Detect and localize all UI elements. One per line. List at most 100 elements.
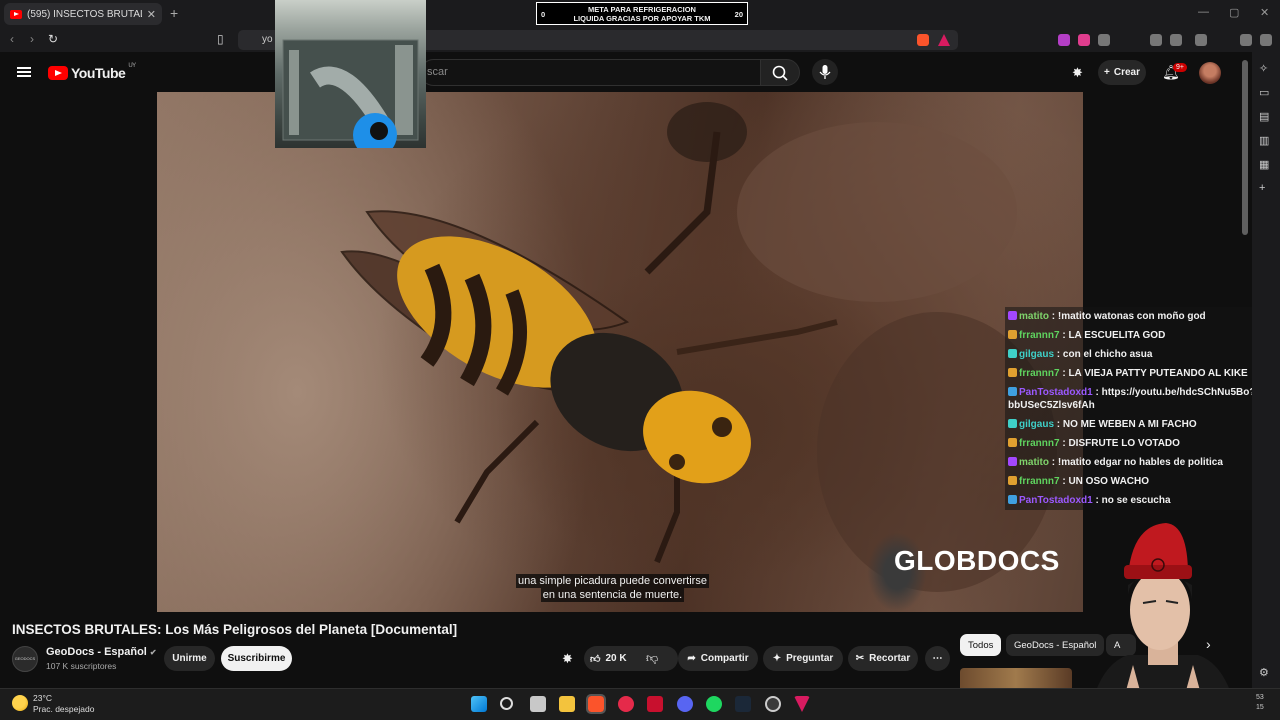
brave-shield-icon[interactable]: [917, 34, 929, 46]
verified-icon: ✔: [149, 648, 157, 657]
video-caption: una simple picadura puede convertirse en…: [516, 574, 709, 602]
account-avatar[interactable]: [1199, 62, 1221, 84]
chat-username: PanTostadoxd1: [1019, 387, 1093, 398]
join-button[interactable]: Unirme: [164, 646, 215, 671]
goal-line-1: META PARA REFRIGERACION: [588, 5, 696, 14]
chat-badge-icon: [1008, 349, 1017, 358]
brave-browser-icon[interactable]: [586, 694, 606, 714]
sidebar-bookmarks-icon[interactable]: ▥: [1259, 134, 1269, 147]
region-code: UY: [128, 63, 136, 69]
channel-avatar[interactable]: GEODOCS: [12, 646, 38, 672]
goal-target-value: 20: [734, 10, 743, 19]
system-clock[interactable]: 53 15: [1256, 693, 1264, 713]
maximize-button[interactable]: ▢: [1229, 6, 1239, 19]
chip-all[interactable]: Todos: [960, 634, 1002, 656]
search-taskbar-icon[interactable]: [500, 697, 513, 710]
more-actions-button[interactable]: ⋯: [925, 646, 950, 671]
stream-chat-overlay: matito : !matito watonas con moño god frr…: [1005, 307, 1280, 510]
sidebar-add-icon[interactable]: +: [1259, 182, 1265, 194]
extension-icon[interactable]: [1078, 34, 1090, 46]
share-button[interactable]: ➦ Compartir: [678, 646, 758, 671]
sidebar-reading-list-icon[interactable]: ▦: [1259, 158, 1269, 171]
weather-icon[interactable]: [12, 695, 28, 711]
sidebar-toggle-icon[interactable]: [1170, 34, 1182, 46]
youtube-logo[interactable]: YouTube UY: [48, 63, 136, 81]
weather-widget[interactable]: 23°C Prac. despejado: [33, 693, 94, 715]
forward-icon[interactable]: ›: [30, 32, 34, 46]
tab-close-icon[interactable]: ✕: [147, 8, 156, 21]
thumbs-up-icon: 👍︎: [590, 653, 601, 665]
chat-username: matito: [1019, 457, 1049, 468]
new-tab-button[interactable]: +: [170, 5, 178, 21]
voice-search-button[interactable]: [812, 59, 838, 85]
page-scrollbar[interactable]: [1242, 60, 1248, 235]
app-icon[interactable]: [647, 696, 663, 712]
chat-username: gilgaus: [1019, 349, 1055, 360]
back-icon[interactable]: ‹: [10, 32, 14, 46]
channel-name[interactable]: GeoDocs - Español ✔: [46, 646, 157, 658]
goal-line-2: LIQUIDA GRACIAS POR APOYAR TKM: [573, 14, 711, 23]
clip-button[interactable]: ✂ Recortar: [848, 646, 918, 671]
caption-line-2: en una sentencia de muerte.: [540, 588, 685, 602]
task-view-icon[interactable]: [530, 696, 546, 712]
like-button[interactable]: 👍︎ 20 K: [584, 646, 678, 671]
chat-message: gilgaus : con el chicho asua: [1005, 345, 1280, 364]
cast-icon[interactable]: ✸: [1072, 65, 1083, 81]
chat-badge-icon: [1008, 387, 1017, 396]
music-icon[interactable]: [1150, 34, 1162, 46]
notifications-badge: 9+: [1173, 63, 1187, 72]
bookmark-icon[interactable]: ▯: [217, 32, 224, 46]
subscribe-button[interactable]: Suscribirme: [221, 646, 292, 671]
hamburger-menu-icon[interactable]: [17, 67, 31, 77]
chat-username: PanTostadoxd1: [1019, 495, 1093, 506]
goal-start-value: 0: [541, 10, 546, 19]
recommended-thumbnail[interactable]: [960, 668, 1072, 688]
chat-badge-icon: [1008, 311, 1017, 320]
search-input[interactable]: scar: [420, 59, 760, 86]
video-player[interactable]: [157, 92, 1083, 612]
sparkle-icon[interactable]: ✸: [562, 651, 573, 667]
ask-button[interactable]: ✦ Preguntar: [763, 646, 843, 671]
sidebar-reading-icon[interactable]: ▭: [1259, 86, 1269, 99]
chat-text: : LA ESCUELITA GOD: [1062, 330, 1166, 341]
sparkle-icon: ✦: [772, 653, 782, 664]
channel-watermark: GLOBDOCS: [894, 545, 1060, 576]
scissors-icon: ✂: [855, 653, 865, 664]
chat-text: : DISFRUTE LO VOTADO: [1062, 438, 1180, 449]
create-button[interactable]: + Crear: [1098, 60, 1146, 85]
puzzle-icon[interactable]: [1098, 34, 1110, 46]
vpn-icon[interactable]: [1240, 34, 1252, 46]
clip-label: Recortar: [869, 653, 911, 664]
chat-message: frrannn7 : UN OSO WACHO: [1005, 472, 1280, 491]
file-explorer-icon[interactable]: [559, 696, 575, 712]
tab-title: (595) INSECTOS BRUTALES: Lo: [27, 8, 142, 20]
chat-username: frrannn7: [1019, 438, 1060, 449]
spotify-icon[interactable]: [706, 696, 722, 712]
channel-name-text: GeoDocs - Español: [46, 646, 147, 658]
weather-condition: Prac. despejado: [33, 704, 95, 714]
thumbs-down-icon[interactable]: 👎︎: [646, 651, 658, 666]
sidebar-wallet-icon[interactable]: ▤: [1259, 110, 1269, 123]
minimize-button[interactable]: —: [1198, 6, 1209, 18]
share-label: Compartir: [700, 653, 749, 664]
extension-icon[interactable]: [1058, 34, 1070, 46]
hornet-image: [340, 102, 1057, 592]
start-icon[interactable]: [471, 696, 487, 712]
wallet-icon[interactable]: [1195, 34, 1207, 46]
chat-badge-icon: [1008, 368, 1017, 377]
steam-icon[interactable]: [735, 696, 751, 712]
discord-icon[interactable]: [677, 696, 693, 712]
search-button[interactable]: [760, 59, 800, 86]
ask-label: Preguntar: [786, 653, 834, 664]
reload-icon[interactable]: ↻: [48, 32, 58, 46]
menu-icon[interactable]: [1260, 34, 1272, 46]
close-window-button[interactable]: ✕: [1260, 6, 1269, 19]
sidebar-settings-icon[interactable]: ⚙: [1259, 666, 1269, 679]
media-player-icon[interactable]: [618, 696, 634, 712]
chat-username: gilgaus: [1019, 419, 1055, 430]
browser-tab[interactable]: (595) INSECTOS BRUTALES: Lo ✕: [4, 3, 162, 25]
sidebar-leo-icon[interactable]: ✧: [1259, 62, 1268, 75]
chat-message: gilgaus : NO ME WEBEN A MI FACHO: [1005, 415, 1280, 434]
obs-icon[interactable]: [765, 696, 781, 712]
like-count: 20 K: [605, 653, 627, 664]
